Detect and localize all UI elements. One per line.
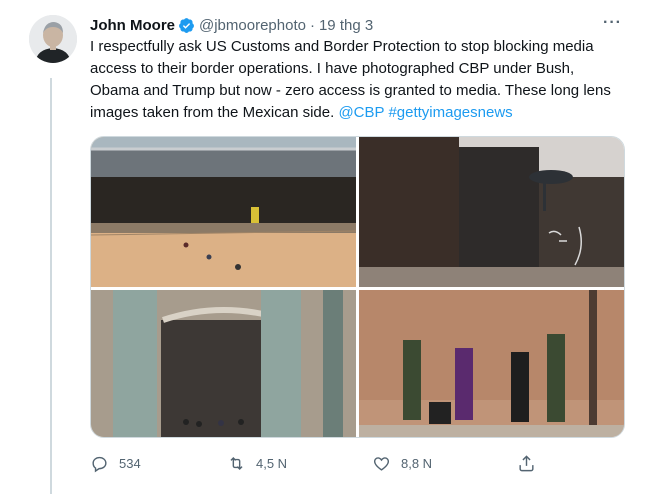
like-button[interactable]: 8,8 N (372, 452, 432, 474)
heart-icon (373, 456, 390, 471)
author-name[interactable]: John Moore (90, 17, 175, 34)
reply-icon (92, 456, 107, 472)
separator-dot: · (309, 16, 315, 34)
photo-3[interactable] (91, 290, 356, 437)
reply-count: 534 (119, 455, 141, 471)
photo-4[interactable] (359, 290, 624, 437)
reply-button[interactable]: 534 (90, 452, 141, 474)
retweet-icon (230, 456, 243, 470)
tweet-text: I respectfully ask US Customs and Border… (90, 36, 625, 124)
tweet-content: John Moore @jbmoorephoto · 19 thg 3 ··· … (90, 14, 630, 124)
retweet-button[interactable]: 4,5 N (227, 452, 287, 474)
like-count: 8,8 N (401, 455, 433, 471)
avatar[interactable] (29, 15, 77, 63)
tweet-actions: 534 4,5 N 8,8 N (90, 452, 560, 474)
photo-2[interactable] (359, 137, 624, 287)
tweet-timestamp[interactable]: 19 thg 3 (319, 17, 373, 34)
more-icon[interactable]: ··· (603, 14, 622, 32)
tweet[interactable]: John Moore @jbmoorephoto · 19 thg 3 ··· … (0, 0, 650, 494)
mention-link[interactable]: @CBP (338, 104, 384, 121)
verified-badge-icon (178, 17, 195, 34)
tweet-header: John Moore @jbmoorephoto · 19 thg 3 (90, 14, 630, 36)
media-grid (90, 136, 625, 438)
photo-1[interactable] (91, 137, 356, 287)
retweet-count: 4,5 N (256, 455, 288, 471)
share-button[interactable] (517, 452, 546, 474)
author-handle[interactable]: @jbmoorephoto (199, 17, 306, 34)
share-icon (519, 454, 534, 471)
hashtag-link[interactable]: #gettyimagesnews (388, 104, 512, 121)
